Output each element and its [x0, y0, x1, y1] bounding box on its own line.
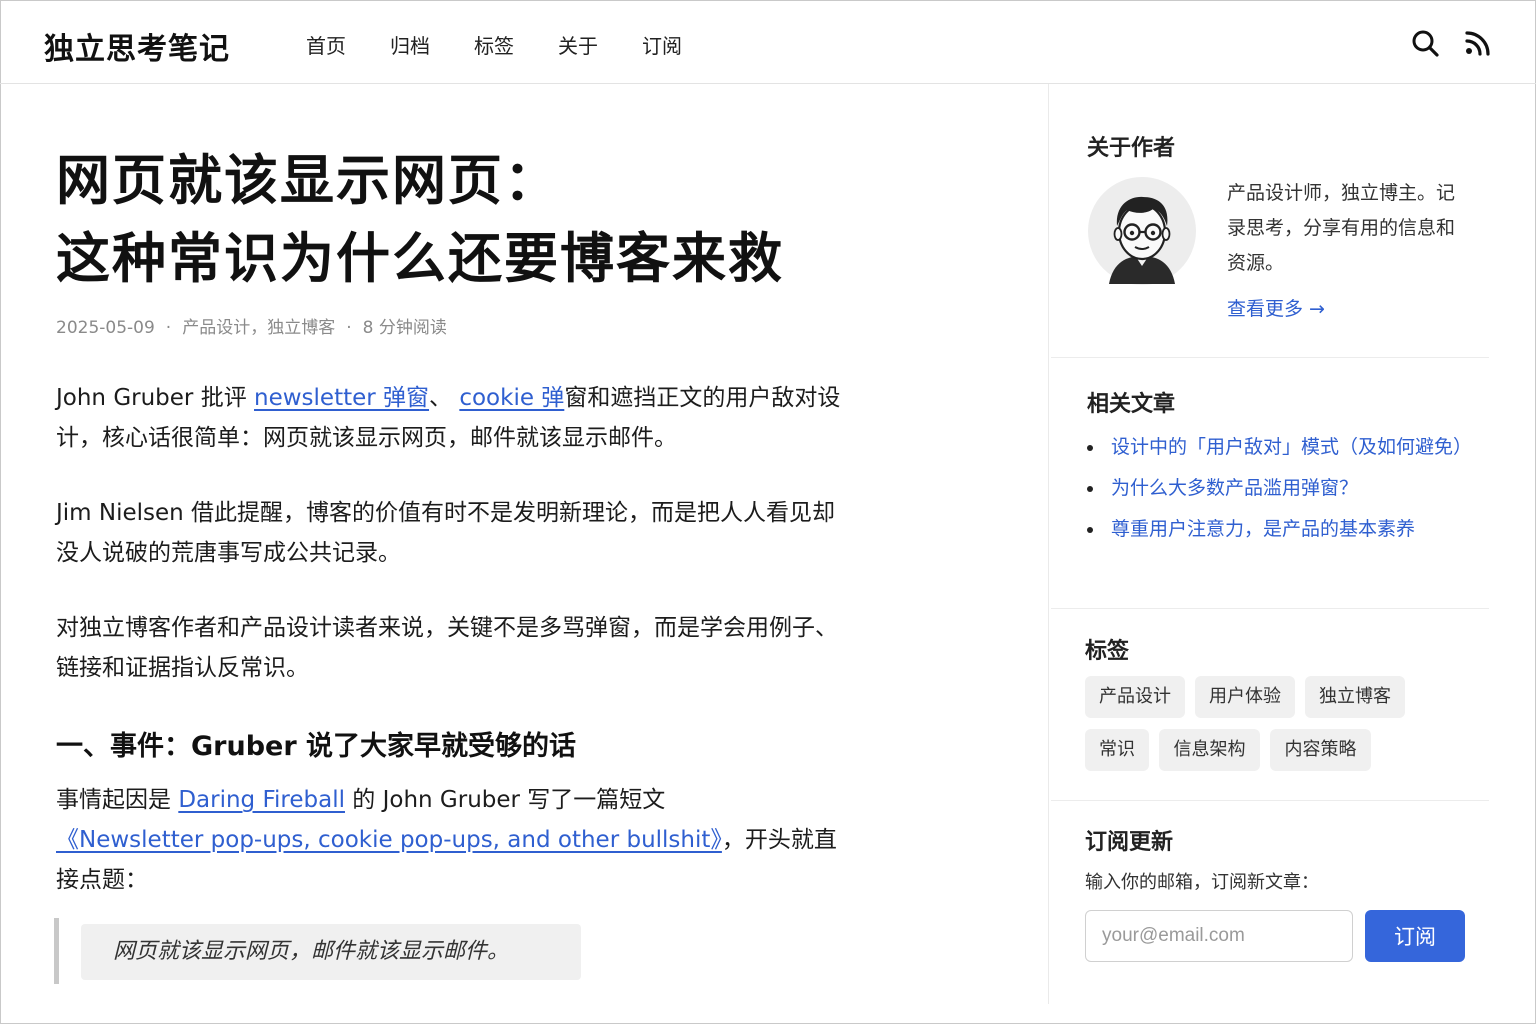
paragraph-4: 事情起因是 Daring Fireball 的 John Gruber 写了一篇…	[56, 780, 856, 900]
site-logo[interactable]: 独立思考笔记	[44, 24, 230, 68]
daring-fireball-link[interactable]: Daring Fireball	[178, 787, 345, 813]
related-item[interactable]: 设计中的「用户敌对」模式（及如何避免）	[1085, 430, 1485, 465]
paragraph-text: 事情起因是	[56, 787, 179, 813]
subscribe-heading: 订阅更新	[1085, 830, 1174, 855]
see-more-link[interactable]: 查看更多 →	[1227, 294, 1325, 321]
about-heading: 关于作者	[1087, 136, 1176, 161]
blockquote: 网页就该显示网页，邮件就该显示邮件。	[54, 918, 581, 984]
paragraph-text: 的 John Gruber 写了一篇短文	[344, 787, 666, 813]
subscribe-description: 输入你的邮箱，订阅新文章：	[1085, 872, 1319, 893]
tag-chip[interactable]: 常识	[1085, 729, 1149, 771]
meta-separator: ·	[346, 318, 352, 338]
tags-heading: 标签	[1085, 639, 1130, 664]
related-heading: 相关文章	[1087, 392, 1176, 417]
tag-chip[interactable]: 内容策略	[1270, 729, 1371, 771]
subscribe-button[interactable]: 订阅	[1365, 910, 1465, 962]
paragraph-1: John Gruber 批评 newsletter 弹窗、 cookie 弹窗和…	[56, 378, 856, 458]
divider	[1051, 800, 1489, 801]
tag-chip[interactable]: 产品设计	[1085, 676, 1185, 718]
related-item[interactable]: 为什么大多数产品滥用弹窗？	[1085, 471, 1485, 506]
nav-tags[interactable]: 标签	[474, 30, 514, 59]
gruber-post-link[interactable]: 《Newsletter pop-ups, cookie pop-ups, and…	[56, 827, 722, 853]
rss-icon[interactable]	[1463, 28, 1493, 58]
nav-about[interactable]: 关于	[558, 30, 598, 59]
related-list: 设计中的「用户敌对」模式（及如何避免） 为什么大多数产品滥用弹窗？ 尊重用户注意…	[1085, 430, 1485, 553]
related-item[interactable]: 尊重用户注意力，是产品的基本素养	[1085, 512, 1485, 547]
article-title: 网页就该显示网页： 这种常识为什么还要博客来救	[56, 142, 876, 298]
divider	[1051, 357, 1489, 358]
author-bio: 产品设计师，独立博主。记录思考，分享有用的信息和资源。	[1227, 182, 1456, 274]
newsletter-link[interactable]: newsletter 弹窗	[254, 385, 429, 411]
cookie-link[interactable]: cookie 弹	[459, 385, 564, 411]
paragraph-2: Jim Nielsen 借此提醒，博客的价值有时不是发明新理论，而是把人人看见却…	[56, 500, 836, 566]
tag-chip[interactable]: 信息架构	[1159, 729, 1260, 771]
quote-text: 网页就该显示网页，邮件就该显示邮件。	[81, 924, 581, 980]
nav-archive[interactable]: 归档	[390, 30, 430, 59]
nav-subscribe[interactable]: 订阅	[642, 30, 682, 59]
article-meta: 2025-05-09 · 产品设计，独立博客 · 8 分钟阅读	[56, 313, 447, 338]
tag-chip[interactable]: 用户体验	[1195, 676, 1295, 718]
paragraph-text: 、	[429, 385, 460, 411]
author-avatar	[1087, 176, 1197, 286]
divider	[1051, 608, 1489, 609]
paragraph-text: John Gruber 批评	[56, 385, 255, 411]
article-date: 2025-05-09	[56, 318, 155, 338]
article-categories[interactable]: 产品设计，独立博客	[182, 318, 335, 338]
main-nav: 首页 归档 标签 关于 订阅	[306, 30, 726, 59]
email-input[interactable]	[1085, 910, 1353, 962]
tag-chip[interactable]: 独立博客	[1305, 676, 1405, 718]
paragraph-3: 对独立博客作者和产品设计读者来说，关键不是多骂弹窗，而是学会用例子、链接和证据指…	[56, 615, 838, 681]
title-line-2: 这种常识为什么还要博客来救	[56, 227, 784, 290]
search-icon[interactable]	[1410, 28, 1440, 58]
sidebar: 关于作者 产品设计师，独立博主。记录思考，分享有用的信息和资源。 查看更多 → …	[1048, 84, 1489, 1004]
article-read-time: 8 分钟阅读	[362, 318, 447, 338]
site-header: 独立思考笔记 首页 归档 标签 关于 订阅	[0, 0, 1536, 84]
nav-home[interactable]: 首页	[306, 30, 346, 59]
title-line-1: 网页就该显示网页：	[56, 149, 560, 212]
meta-separator: ·	[165, 318, 172, 338]
section-heading: 一、事件：Gruber 说了大家早就受够的话	[56, 731, 577, 762]
